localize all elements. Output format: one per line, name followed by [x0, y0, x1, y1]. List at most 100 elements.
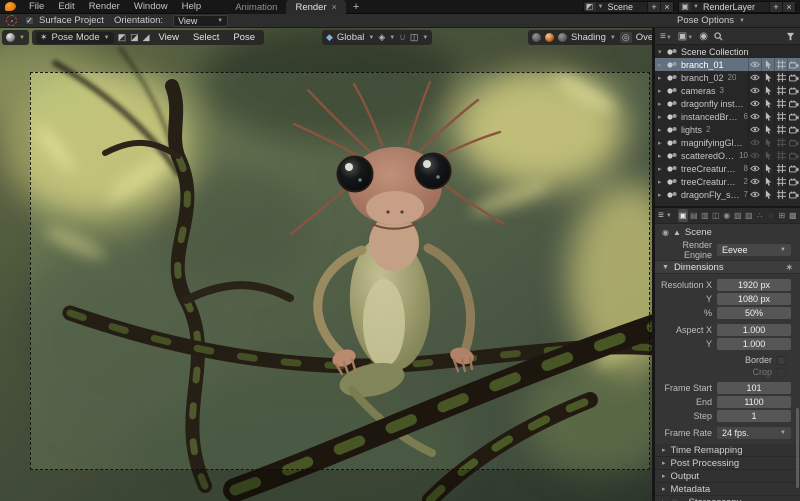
hide-eye-icon[interactable] [748, 71, 761, 84]
field-value[interactable]: 101 [717, 382, 791, 394]
viewport-disable-icon[interactable] [774, 71, 787, 84]
search-icon[interactable] [714, 32, 723, 41]
menu-help[interactable]: Help [175, 1, 209, 12]
expand-arrow-icon[interactable]: ▸ [658, 139, 666, 147]
outliner-row[interactable]: ▸ treeCreatureGeo 8 [655, 162, 800, 175]
field-value[interactable]: 1.000 [717, 324, 791, 336]
scene-name[interactable]: Scene [605, 2, 647, 12]
selectability-cursor-icon[interactable] [761, 97, 774, 110]
overlays-icon[interactable]: ◎ [620, 32, 632, 43]
add-renderlayer-button[interactable]: + [769, 2, 782, 12]
outliner-row[interactable]: ▸ scatteredObjects 10 [655, 149, 800, 162]
hide-eye-icon[interactable] [748, 175, 761, 188]
outliner-row[interactable]: ▸ cameras 3 [655, 84, 800, 97]
viewport-disable-icon[interactable] [774, 84, 787, 97]
selectability-cursor-icon[interactable] [761, 149, 774, 162]
viewport-disable-icon[interactable] [774, 110, 787, 123]
expand-arrow-icon[interactable]: ▸ [658, 100, 666, 108]
viewport-disable-icon[interactable] [774, 188, 787, 201]
menu-file[interactable]: File [22, 1, 51, 12]
selectability-cursor-icon[interactable] [761, 188, 774, 201]
scene-selector[interactable]: ◩ ▼ Scene + × [583, 1, 674, 13]
field-value[interactable]: 1920 px [717, 279, 791, 291]
snap-target-icon[interactable]: ◫ [410, 32, 419, 43]
transform-orientation-dropdown[interactable]: Global [337, 32, 364, 43]
properties-tab-output-icon[interactable]: ▤ [689, 209, 699, 222]
selectability-cursor-icon[interactable] [761, 84, 774, 97]
overlays-dropdown[interactable]: Overlays [636, 32, 652, 43]
selectability-cursor-icon[interactable] [761, 136, 774, 149]
surface-project-checkbox[interactable]: ✓ [25, 16, 34, 25]
view-menu[interactable]: View [154, 32, 184, 43]
properties-tab-object-data-icon[interactable]: ▩ [788, 209, 798, 222]
blender-logo-icon[interactable] [5, 2, 16, 11]
expand-arrow-icon[interactable]: ▸ [658, 191, 666, 199]
scene-collection-row[interactable]: ▾ Scene Collection [655, 45, 800, 58]
expand-arrow-icon[interactable]: ▸ [658, 165, 666, 173]
hide-eye-icon[interactable] [748, 123, 761, 136]
crop-checkbox[interactable]: ✓ [777, 368, 786, 377]
outliner-row[interactable]: ▸ instancedBranches 6 [655, 110, 800, 123]
viewport-disable-icon[interactable] [774, 58, 787, 71]
expand-arrow-icon[interactable]: ▸ [658, 74, 666, 82]
render-disable-icon[interactable] [787, 58, 800, 71]
presets-icon[interactable]: ∗ [785, 262, 793, 273]
pivot-point-icon[interactable]: ◈ [378, 32, 385, 43]
renderlayer-name[interactable]: RenderLayer [701, 2, 769, 12]
workspace-tab-render[interactable]: Render× [286, 0, 345, 14]
menu-edit[interactable]: Edit [51, 1, 81, 12]
selectability-cursor-icon[interactable] [761, 162, 774, 175]
hide-eye-icon[interactable] [748, 136, 761, 149]
viewport-disable-icon[interactable] [774, 162, 787, 175]
hide-eye-icon[interactable] [748, 58, 761, 71]
outliner-row[interactable]: ▸ magnifyingGlass [655, 136, 800, 149]
active-tool-icon[interactable] [6, 15, 17, 26]
field-value[interactable]: 1080 px [717, 293, 791, 305]
selectability-cursor-icon[interactable] [761, 58, 774, 71]
rendered-shading-icon[interactable] [558, 33, 567, 42]
outliner-row[interactable]: ▸ dragonFly_source 7 [655, 188, 800, 201]
viewport-disable-icon[interactable] [774, 149, 787, 162]
render-disable-icon[interactable] [787, 84, 800, 97]
expand-arrow-icon[interactable]: ▸ [658, 126, 666, 134]
properties-tab-physics-icon[interactable]: ◌ [766, 209, 776, 222]
menu-render[interactable]: Render [82, 1, 127, 12]
material-shading-icon[interactable] [545, 33, 554, 42]
properties-tab-object-icon[interactable]: ▨ [733, 209, 743, 222]
expand-arrow-icon[interactable]: ▸ [658, 113, 666, 121]
selectability-cursor-icon[interactable] [761, 175, 774, 188]
properties-tab-scene-icon[interactable]: ◫ [711, 209, 721, 222]
viewport-disable-icon[interactable] [774, 123, 787, 136]
viewport-disable-icon[interactable] [774, 175, 787, 188]
field-value[interactable]: 1.000 [717, 338, 791, 350]
field-value[interactable]: 1100 [717, 396, 791, 408]
frame-rate-dropdown[interactable]: 24 fps. ▼ [717, 427, 791, 439]
panel-output[interactable]: ▸ Output [655, 470, 800, 483]
hide-eye-icon[interactable] [748, 188, 761, 201]
editor-type-button[interactable]: ▼ [2, 30, 29, 45]
outliner-row[interactable]: ▸ treeCreatureRig 2 [655, 175, 800, 188]
render-disable-icon[interactable] [787, 136, 800, 149]
selectability-cursor-icon[interactable] [761, 71, 774, 84]
pin-icon[interactable]: ◉ [662, 228, 669, 237]
editor-type-icon[interactable]: ▣▼ [678, 31, 693, 42]
viewport-3d[interactable]: ▼ ✶ Pose Mode ▼ ◩ ◪ ◢ View Select Pose ◆… [0, 28, 652, 501]
close-tab-icon[interactable]: × [332, 2, 337, 12]
render-disable-icon[interactable] [787, 162, 800, 175]
panel-metadata[interactable]: ▸ Metadata [655, 483, 800, 496]
properties-tab-constraints-icon[interactable]: ⊞ [777, 209, 787, 222]
pose-menu[interactable]: Pose [228, 32, 260, 43]
expand-arrow-icon[interactable]: ▸ [658, 178, 666, 186]
expand-arrow-icon[interactable]: ▾ [658, 48, 666, 56]
paste-flipped-icon[interactable]: ◢ [143, 32, 150, 43]
hide-eye-icon[interactable] [748, 97, 761, 110]
render-disable-icon[interactable] [787, 97, 800, 110]
hide-eye-icon[interactable] [748, 84, 761, 97]
properties-tab-view-layer-icon[interactable]: ▥ [700, 209, 710, 222]
panel-post-processing[interactable]: ▸ Post Processing [655, 457, 800, 470]
outliner-row[interactable]: ▸ dragonfly instances animated [655, 97, 800, 110]
add-workspace-button[interactable]: + [346, 1, 366, 13]
render-disable-icon[interactable] [787, 110, 800, 123]
shading-dropdown[interactable]: Shading [571, 32, 606, 43]
panel-time-remapping[interactable]: ▸ Time Remapping [655, 444, 800, 457]
